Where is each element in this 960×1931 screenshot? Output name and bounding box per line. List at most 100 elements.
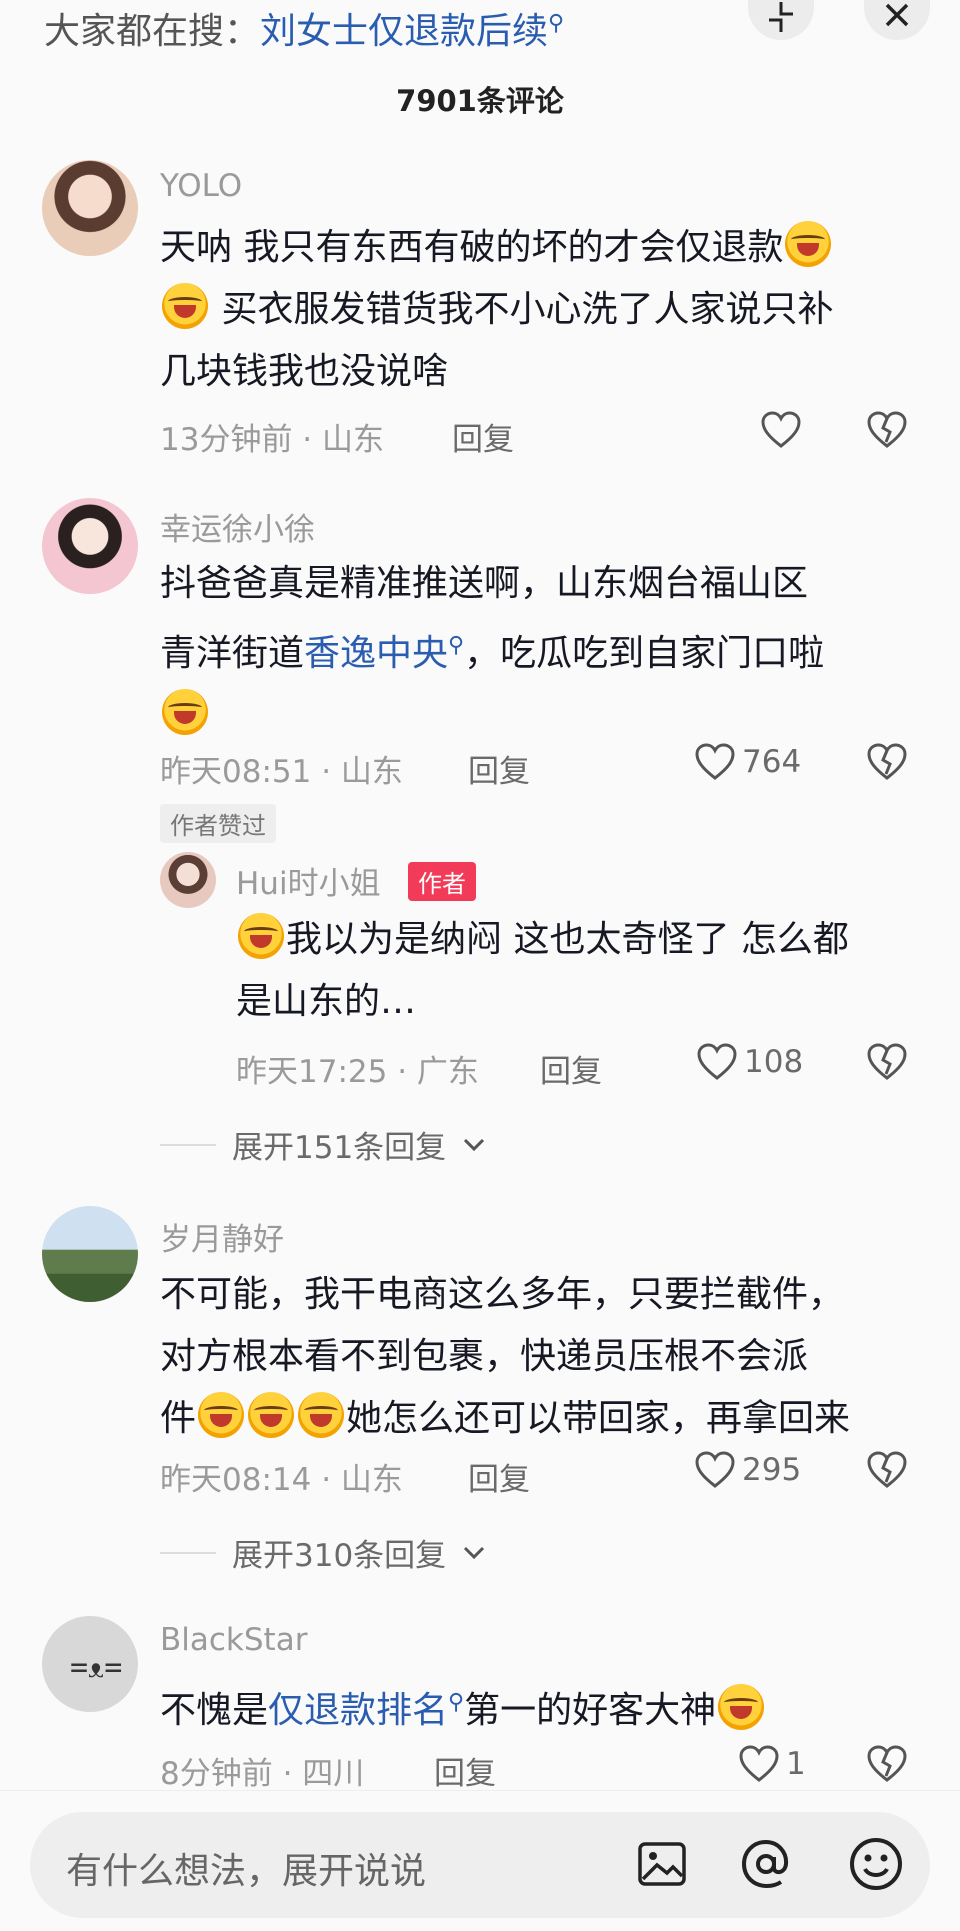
heart-icon: [695, 743, 735, 780]
author-liked-badge: 作者赞过: [160, 804, 276, 843]
like-button[interactable]: 1: [738, 1744, 806, 1784]
chevron-down-icon: [464, 1138, 485, 1151]
comment-count: 7901条评论: [396, 84, 564, 118]
emoji-icon[interactable]: [846, 1834, 906, 1894]
comment-text: 不愧是仅退款排名⚲第一的好客大神: [160, 1672, 930, 1742]
expand-replies-label: 展开151条回复: [232, 1130, 447, 1166]
comment-line: 对方根本看不到包裹，快递员压根不会派: [160, 1336, 809, 1377]
reply-button[interactable]: 回复: [468, 1454, 530, 1499]
avatar[interactable]: [42, 498, 138, 594]
comment-username[interactable]: YOLO: [160, 168, 242, 204]
dislike-button[interactable]: [866, 1042, 908, 1086]
heart-icon: [761, 411, 801, 448]
comment-text: 抖爸爸真是精准推送啊，山东烟台福山区 青洋街道香逸中央⚲，吃瓜吃到自家门口啦: [160, 553, 930, 747]
laugh-cry-emoji-icon: [248, 1392, 295, 1438]
like-count: 764: [742, 744, 802, 780]
broken-heart-icon: [867, 743, 907, 780]
laugh-cry-emoji-icon: [298, 1392, 345, 1438]
broken-heart-icon: [867, 411, 907, 448]
expand-replies-button[interactable]: 展开310条回复: [160, 1530, 486, 1575]
laugh-cry-emoji-icon: [162, 689, 208, 735]
at-icon[interactable]: [736, 1834, 796, 1894]
broken-heart-icon: [867, 1043, 907, 1080]
comment-link[interactable]: 仅退款排名: [268, 1690, 448, 1731]
like-count: 108: [744, 1044, 804, 1080]
like-button[interactable]: 764: [694, 742, 801, 782]
close-icon-graphic: [885, 3, 909, 27]
avatar[interactable]: [42, 1206, 138, 1302]
dislike-button[interactable]: [866, 1450, 908, 1494]
emoji-icon-graphic: [850, 1838, 902, 1890]
expand-replies-button[interactable]: 展开151条回复: [160, 1122, 486, 1167]
image-icon[interactable]: [632, 1834, 692, 1894]
reply-button[interactable]: 回复: [434, 1748, 496, 1793]
reply-button[interactable]: 回复: [452, 414, 514, 459]
search-icon: ⚲: [548, 11, 565, 36]
dislike-button[interactable]: [866, 410, 908, 454]
heart-icon: [739, 1745, 779, 1782]
reply-button[interactable]: 回复: [540, 1046, 602, 1091]
shrink-icon[interactable]: [748, 0, 814, 40]
comment-username[interactable]: 岁月静好: [160, 1214, 284, 1259]
like-count: 295: [742, 1452, 802, 1488]
comment-line: 天呐 我只有东西有破的坏的才会仅退款: [160, 227, 784, 268]
seal-face-icon: =ᴥ=: [70, 1650, 123, 1685]
avatar[interactable]: =ᴥ=: [42, 1616, 138, 1712]
close-icon[interactable]: [864, 0, 930, 40]
comment-text: 天呐 我只有东西有破的坏的才会仅退款 买衣服发错货我不小心洗了人家说只补 几块钱…: [160, 217, 930, 403]
reply-text: 我以为是纳闷 这也太奇怪了 怎么都 是山东的…: [236, 909, 936, 1033]
author-badge: 作者: [408, 862, 476, 901]
like-count: 1: [786, 1746, 806, 1782]
dislike-button[interactable]: [866, 1744, 908, 1788]
comment-input-placeholder[interactable]: 有什么想法，展开说说: [66, 1842, 426, 1894]
like-button[interactable]: 295: [694, 1450, 801, 1490]
comment-line: 不可能，我干电商这么多年，只要拦截件，: [160, 1274, 845, 1315]
comment-username[interactable]: BlackStar: [160, 1622, 307, 1658]
comment-line: 不愧是: [160, 1690, 269, 1731]
reply-button[interactable]: 回复: [468, 746, 530, 791]
comment-line: 第一的好客大神: [464, 1690, 717, 1731]
comment-line: 件: [160, 1398, 197, 1439]
comment-line: 抖爸爸真是精准推送啊，山东烟台福山区: [160, 563, 809, 604]
laugh-cry-emoji-icon: [162, 283, 208, 329]
comment-time-location: 昨天08:51 · 山东: [160, 754, 403, 790]
comment-time-location: 昨天08:14 · 山东: [160, 1462, 403, 1498]
at-icon-graphic: [741, 1839, 789, 1889]
reply-time-location: 昨天17:25 · 广东: [236, 1054, 479, 1090]
dislike-button[interactable]: [866, 742, 908, 786]
comment-text: 不可能，我干电商这么多年，只要拦截件， 对方根本看不到包裹，快递员压根不会派 件…: [160, 1264, 950, 1450]
search-suggestion-prefix: 大家都在搜：: [44, 11, 261, 52]
comment-line: 买衣服发错货我不小心洗了人家说只补: [210, 289, 834, 330]
comment-link[interactable]: 香逸中央: [304, 633, 448, 674]
comment-line: ，吃瓜吃到自家门口啦: [464, 633, 825, 674]
search-suggestion-link[interactable]: 刘女士仅退款后续: [260, 11, 548, 52]
expand-replies-label: 展开310条回复: [232, 1538, 447, 1574]
laugh-cry-emoji-icon: [785, 221, 832, 267]
heart-icon: [695, 1451, 735, 1488]
search-suggestion[interactable]: 大家都在搜：刘女士仅退款后续⚲: [44, 2, 564, 54]
comment-line: 我以为是纳闷 这也太奇怪了 怎么都: [286, 919, 849, 960]
heart-icon: [697, 1043, 737, 1080]
comment-line: 是山东的…: [236, 981, 417, 1022]
chevron-down-icon: [464, 1546, 485, 1559]
search-icon: ⚲: [448, 1690, 465, 1715]
laugh-cry-emoji-icon: [198, 1392, 245, 1438]
avatar[interactable]: [160, 852, 216, 908]
search-icon: ⚲: [448, 633, 465, 658]
avatar[interactable]: [42, 160, 138, 256]
broken-heart-icon: [867, 1745, 907, 1782]
comment-line: 几块钱我也没说啥: [160, 351, 449, 392]
laugh-cry-emoji-icon: [718, 1684, 765, 1730]
divider: [160, 1143, 216, 1146]
comment-line: 青洋街道: [160, 633, 305, 674]
laugh-cry-emoji-icon: [238, 913, 284, 959]
comment-time-location: 8分钟前 · 四川: [160, 1756, 365, 1792]
divider: [160, 1551, 216, 1554]
comment-username[interactable]: 幸运徐小徐: [160, 504, 315, 549]
reply-username[interactable]: Hui时小姐: [236, 858, 381, 903]
like-button[interactable]: 108: [696, 1042, 803, 1082]
like-button[interactable]: [760, 410, 802, 450]
comment-line: 她怎么还可以带回家，再拿回来: [346, 1398, 851, 1439]
shrink-icon-graphic: [769, 2, 793, 32]
image-icon-graphic: [638, 1842, 686, 1886]
